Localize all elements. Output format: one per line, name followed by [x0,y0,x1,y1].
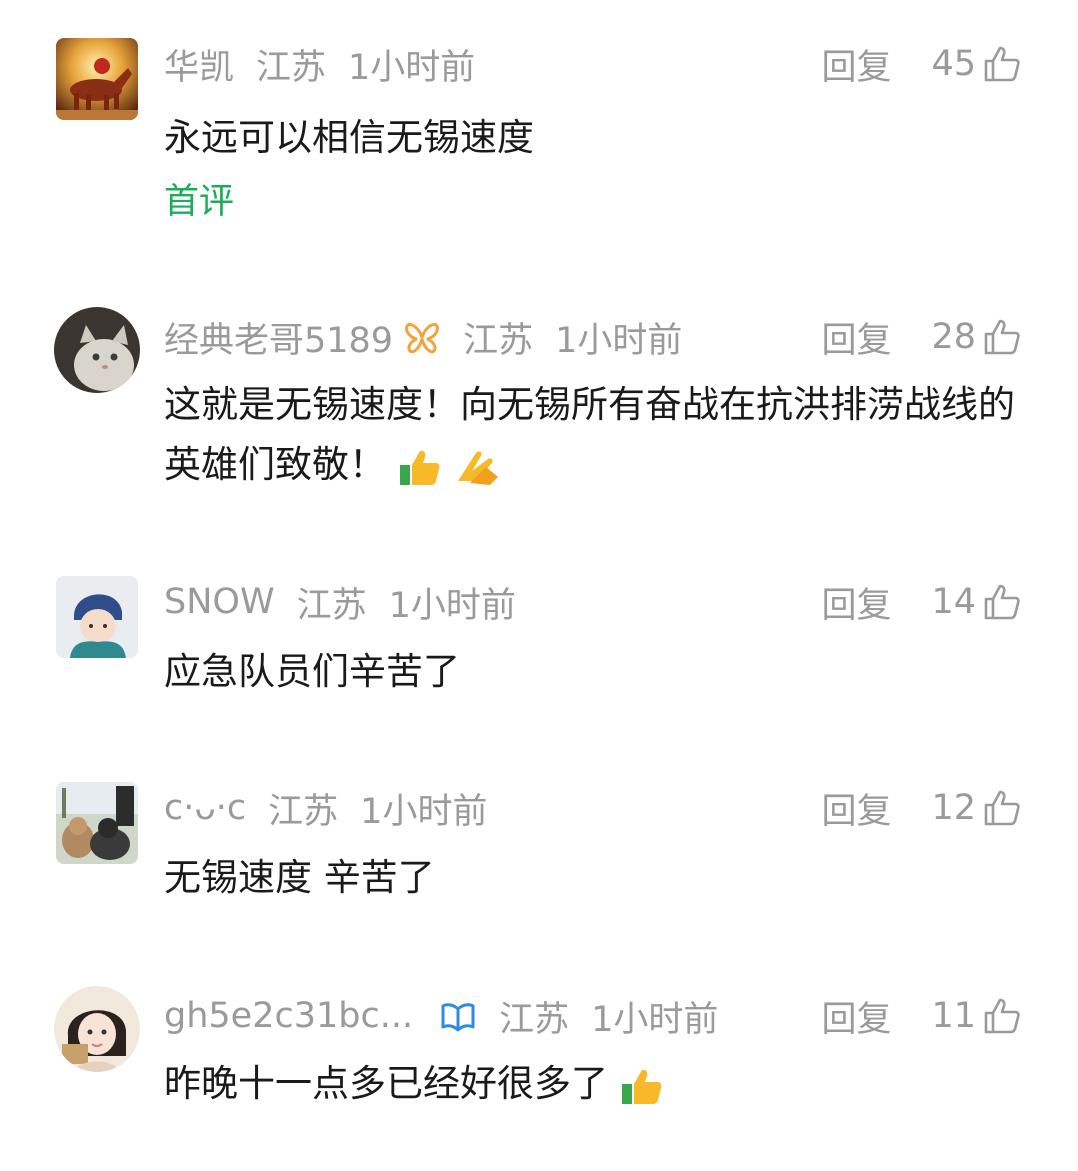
timestamp: 1小时前 [591,999,719,1040]
username[interactable]: 经典老哥5189 [164,312,393,363]
comment-meta: 华凯 江苏 1小时前 [164,42,475,88]
thumbs-up-icon[interactable] [982,582,1022,622]
reply-button[interactable]: 回复 [821,783,891,834]
thumbs-up-icon[interactable] [982,788,1022,828]
like-count: 45 [931,44,976,84]
region: 江苏 [463,320,534,361]
username[interactable]: SNOW [164,582,275,622]
reply-button[interactable]: 回复 [821,991,891,1042]
avatar[interactable] [54,986,140,1072]
comment-meta: 经典老哥5189 江苏 1小时前 [164,315,682,361]
avatar[interactable] [56,782,138,864]
butterfly-badge-icon [405,323,439,354]
thumbs-up-icon[interactable] [982,996,1022,1036]
timestamp: 1小时前 [360,791,488,832]
comment-meta: gh5e2c31bc... 江苏 1小时前 [164,994,718,1040]
region: 江苏 [256,47,327,88]
timestamp: 1小时前 [348,47,476,88]
avatar[interactable] [56,576,138,658]
like-count: 14 [931,582,976,622]
region: 江苏 [268,791,339,832]
avatar[interactable] [56,38,138,120]
comment-actions: 回复 11 [821,994,1022,1040]
thumbs-up-emoji-icon [399,450,440,485]
timestamp: 1小时前 [388,585,516,626]
region: 江苏 [296,585,367,626]
comment-actions: 回复 28 [821,315,1022,361]
comment-text: 昨晚十一点多已经好很多了 [164,1054,1024,1114]
comment-actions: 回复 45 [821,42,1022,88]
username[interactable]: gh5e2c31bc... [164,996,413,1036]
comment-meta: c·ᴗ·c 江苏 1小时前 [164,786,487,832]
like-count: 28 [931,317,976,357]
comment-text: 这就是无锡速度！向无锡所有奋战在抗洪排涝战线的英雄们致敬！ [164,375,1024,495]
like-count: 12 [931,788,976,828]
timestamp: 1小时前 [555,320,683,361]
reply-button[interactable]: 回复 [821,312,891,363]
comment-text-body: 昨晚十一点多已经好很多了 [164,1062,608,1105]
comment-text: 永远可以相信无锡速度 [164,116,534,159]
clapping-hands-emoji-icon [457,451,498,485]
username[interactable]: 华凯 [164,39,234,90]
region: 江苏 [499,999,570,1040]
like-count: 11 [931,996,976,1036]
first-comment-tag: 首评 [164,182,235,222]
reply-button[interactable]: 回复 [821,39,891,90]
book-badge-icon [441,1003,475,1032]
reply-button[interactable]: 回复 [821,577,891,628]
comment-meta: SNOW 江苏 1小时前 [164,580,516,626]
thumbs-up-emoji-icon [621,1069,662,1104]
thumbs-up-icon[interactable] [982,317,1022,357]
comment-text: 应急队员们辛苦了 [164,650,460,693]
comment-text: 无锡速度 辛苦了 [164,856,435,899]
avatar[interactable] [54,307,140,393]
username[interactable]: c·ᴗ·c [164,788,246,828]
comment-actions: 回复 14 [821,580,1022,626]
thumbs-up-icon[interactable] [982,44,1022,84]
comment-text-body: 这就是无锡速度！向无锡所有奋战在抗洪排涝战线的英雄们致敬！ [164,383,1015,486]
comment-actions: 回复 12 [821,786,1022,832]
